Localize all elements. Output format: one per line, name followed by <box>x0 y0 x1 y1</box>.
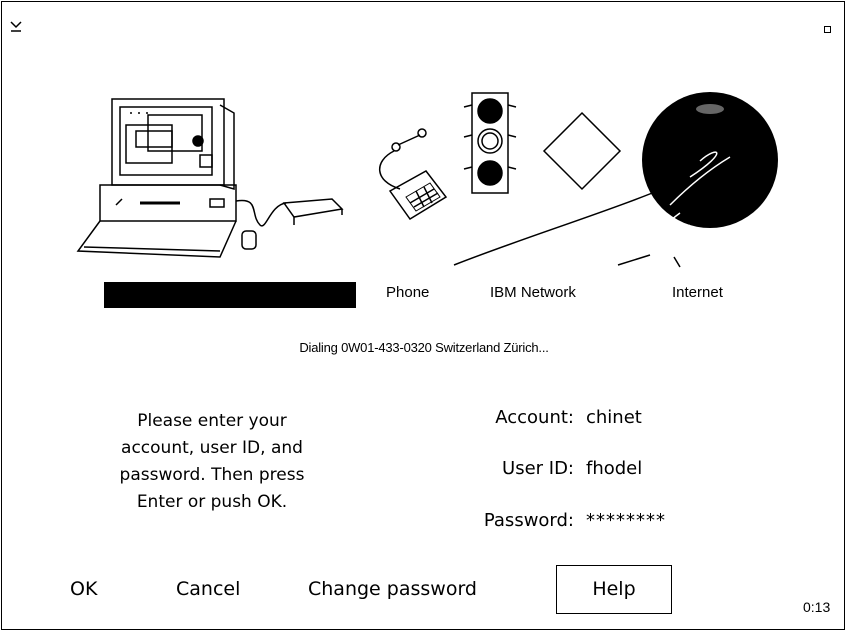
instruction-line: account, user ID, and <box>121 438 303 458</box>
elapsed-timer: 0:13 <box>803 599 831 615</box>
help-button[interactable]: Help <box>556 565 672 614</box>
network-diamond-icon <box>542 111 622 191</box>
password-label: Password: <box>483 510 574 531</box>
instruction-line: Enter or push OK. <box>136 492 288 512</box>
instruction-line: Please enter your <box>137 411 287 431</box>
phone-label: Phone <box>386 284 430 301</box>
connection-illustration <box>76 92 778 268</box>
phone-icon <box>378 128 448 221</box>
userid-label: User ID: <box>502 458 574 479</box>
ibm-network-label: IBM Network <box>490 284 576 301</box>
instruction-line: password. Then press <box>119 465 305 485</box>
system-menu-icon[interactable] <box>10 20 22 34</box>
internet-label: Internet <box>672 284 723 301</box>
instructions-text: Please enter your account, user ID, and … <box>62 408 362 516</box>
ok-button[interactable]: OK <box>70 578 97 600</box>
account-label: Account: <box>495 407 574 428</box>
change-password-button[interactable]: Change password <box>308 578 477 600</box>
dialing-status: Dialing 0W01-433-0320 Switzerland Zürich… <box>299 340 549 355</box>
traffic-light-icon <box>463 92 517 194</box>
connection-progress-bar <box>104 282 356 308</box>
maximize-icon[interactable] <box>824 26 831 33</box>
account-field[interactable]: chinet <box>586 407 642 428</box>
password-field[interactable]: ******** <box>586 510 666 531</box>
cancel-button[interactable]: Cancel <box>176 578 240 600</box>
computer-icon <box>76 98 344 258</box>
userid-field[interactable]: fhodel <box>586 458 642 479</box>
